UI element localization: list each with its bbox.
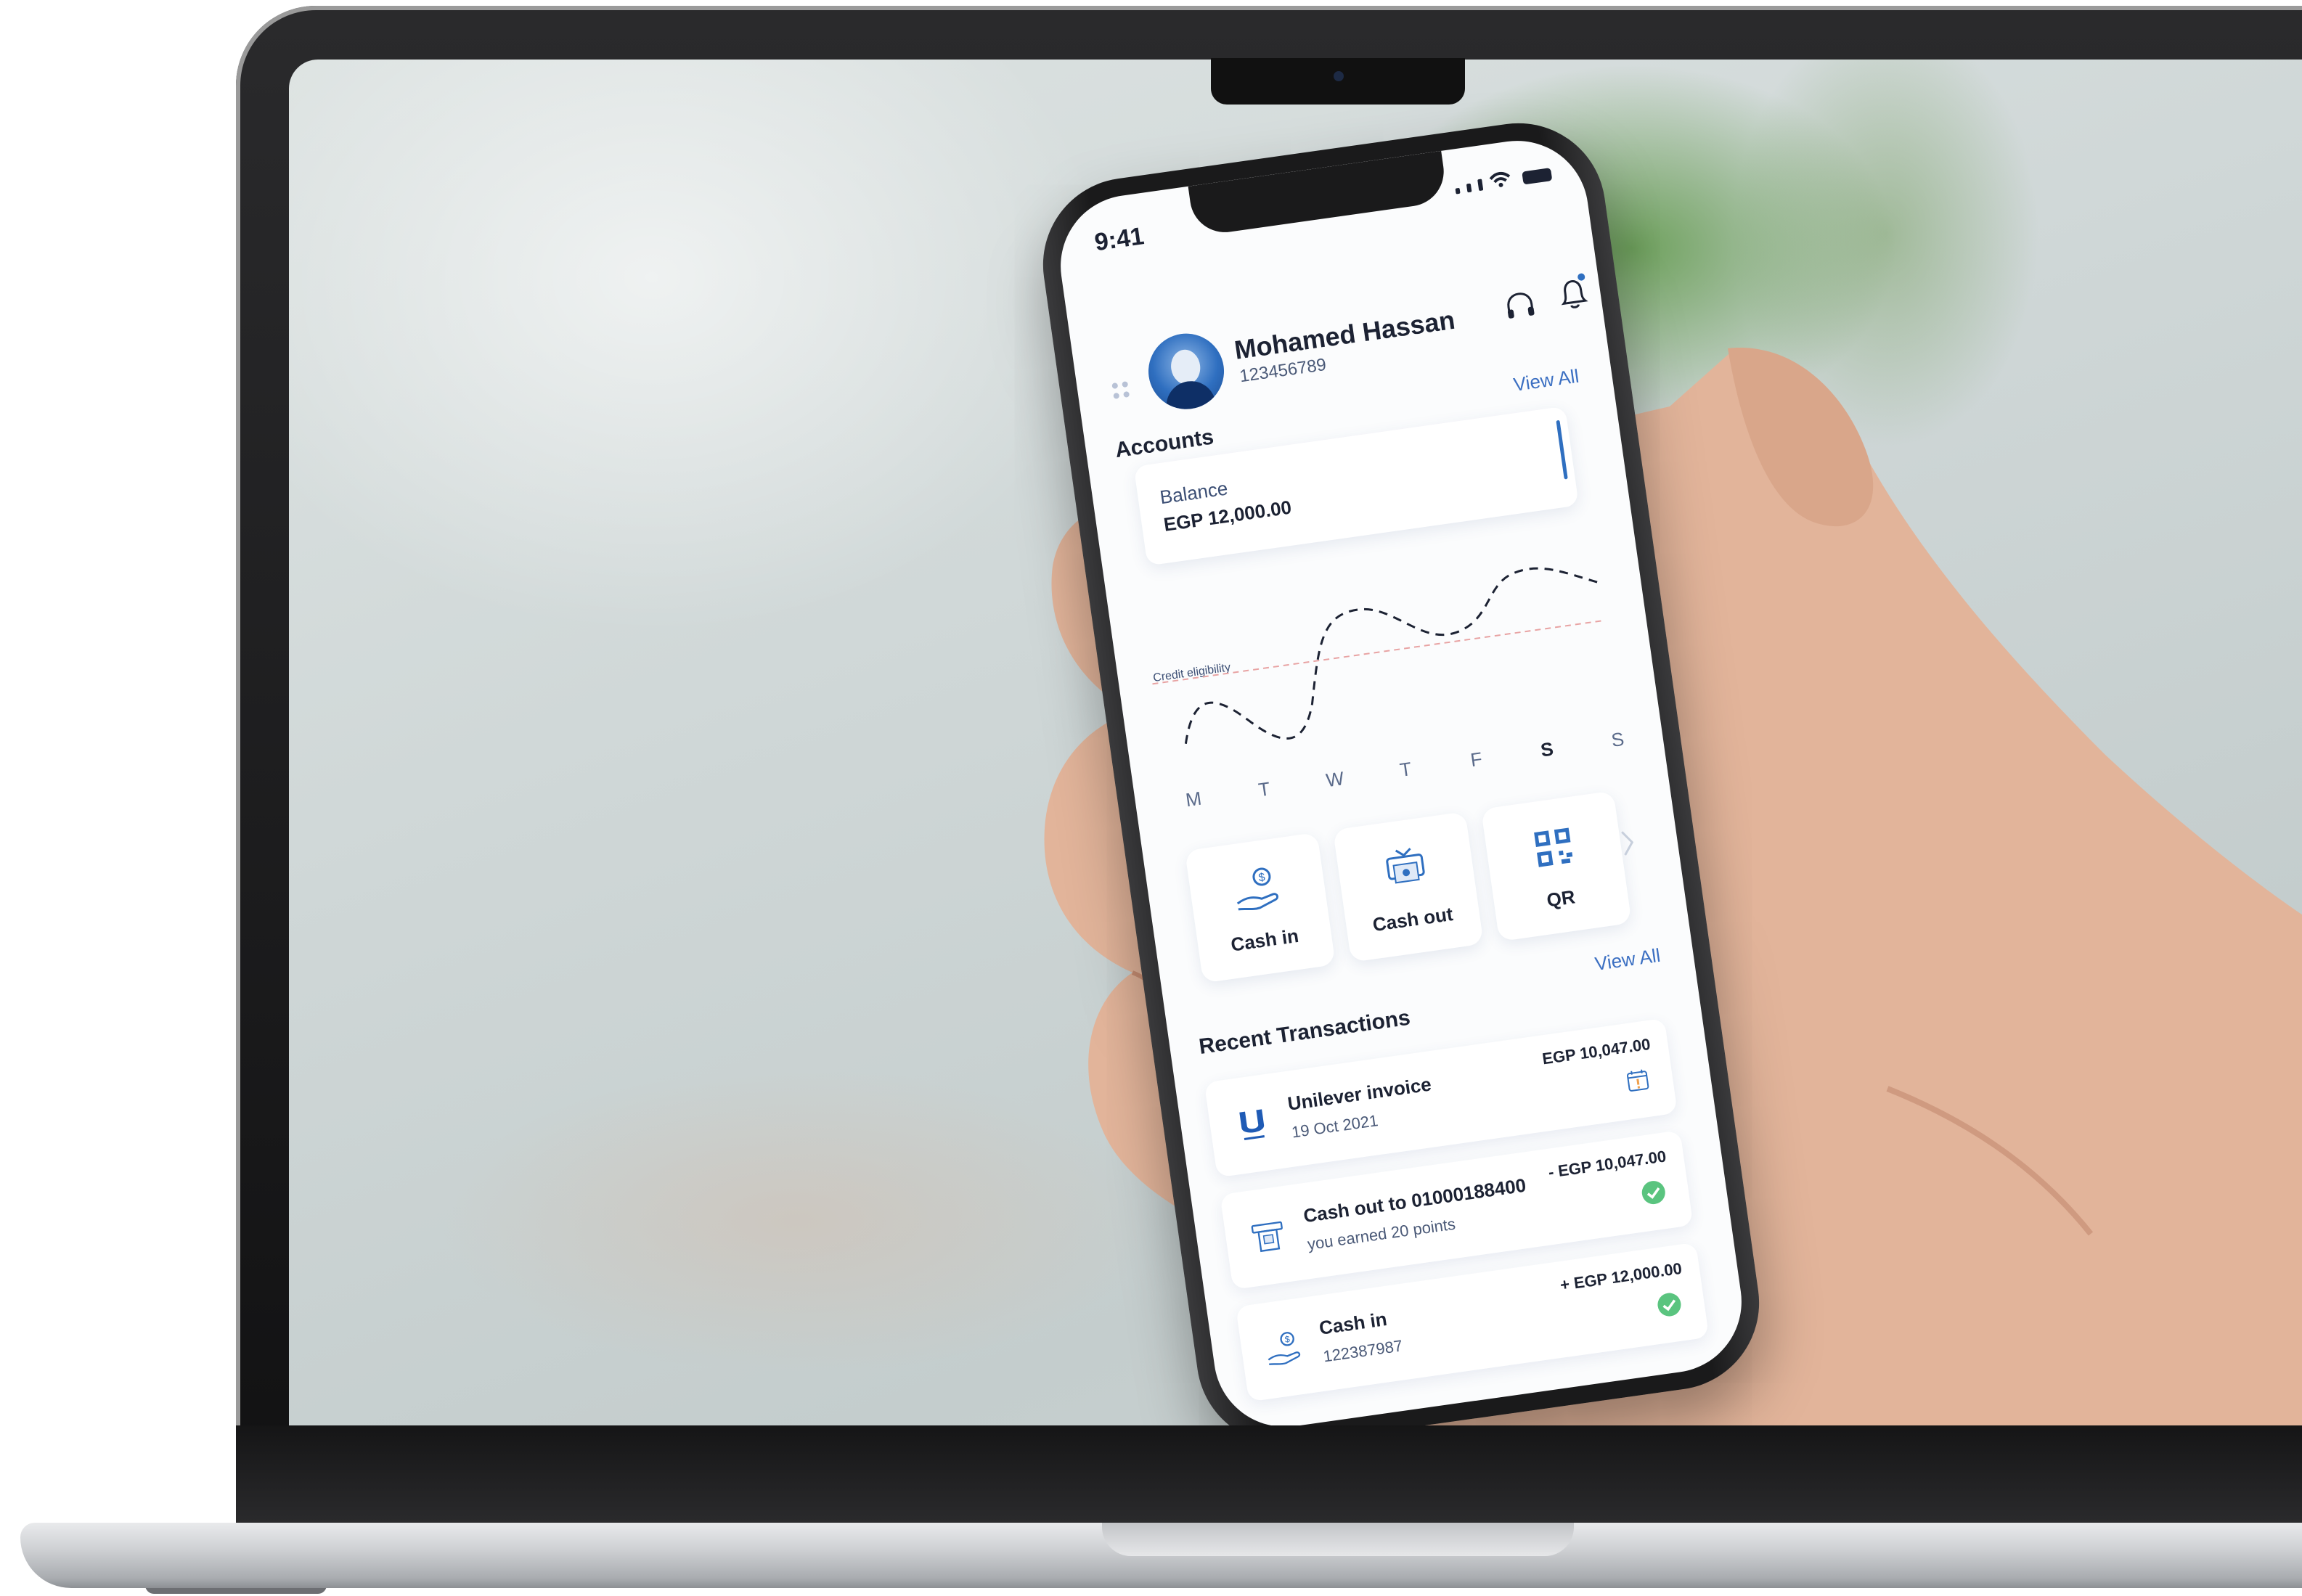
transaction-title: Unilever invoice [1286,1073,1433,1115]
status-icons [1454,165,1553,195]
cash-out-icon [1386,848,1425,884]
day-tick-label: T [1398,758,1413,781]
wifi-icon [1489,171,1511,187]
svg-text:$: $ [1258,871,1266,884]
day-tick-label: M [1184,787,1203,811]
status-time: 9:41 [1093,222,1146,257]
signal-icon [1477,179,1484,192]
unilever-logo-icon [1239,1109,1265,1141]
quick-action-qr-button[interactable]: QR [1480,790,1632,942]
day-tick-label: W [1325,767,1346,791]
camera-icon [1334,71,1344,81]
transaction-subtitle: 19 Oct 2021 [1290,1111,1379,1142]
transaction-title: Cash in [1318,1308,1389,1339]
signal-icon [1466,183,1472,193]
card-scroll-indicator [1556,420,1568,480]
day-tick-label: S [1539,738,1554,761]
laptop-bottom-bezel [236,1425,2302,1527]
cash-in-icon: $ [1236,867,1279,911]
credit-eligibility-threshold-line [1152,619,1606,685]
qr-icon [1534,827,1573,867]
day-tick-label: S [1610,728,1625,751]
quick-action-label: QR [1545,885,1577,912]
quick-action-label: Cash out [1371,902,1455,936]
quick-actions-row: $ Cash in Cash out QR [1184,788,1649,987]
transaction-amount: + EGP 12,000.00 [1559,1259,1683,1295]
transaction-amount: - EGP 10,047.00 [1547,1147,1668,1182]
day-tick-label: F [1469,748,1484,771]
svg-text:$: $ [1284,1334,1291,1345]
quick-action-label: Cash in [1229,924,1300,956]
transactions-view-all-link[interactable]: View All [1593,944,1662,975]
avatar[interactable] [1143,328,1229,414]
check-icon [1641,1181,1665,1205]
transaction-amount: EGP 10,047.00 [1540,1034,1652,1068]
quick-action-cash-in-button[interactable]: $ Cash in [1184,832,1336,983]
check-icon [1657,1293,1681,1317]
calendar-alert-icon [1627,1069,1649,1092]
user-name: Mohamed Hassan [1232,304,1457,365]
quick-action-cash-out-button[interactable]: Cash out [1332,811,1484,962]
transaction-subtitle: 122387987 [1322,1336,1404,1366]
signal-icon [1455,187,1461,195]
menu-icon[interactable] [1111,381,1131,401]
headset-support-icon[interactable] [1502,289,1538,325]
laptop-camera-notch [1211,58,1465,105]
credit-trend-line [1184,567,1601,744]
balance-label: Balance [1158,477,1229,509]
notification-bell-icon[interactable] [1554,274,1593,314]
laptop-hinge [1102,1523,1574,1556]
cash-in-icon: $ [1268,1332,1301,1365]
atm-icon [1251,1221,1283,1253]
recent-transactions-title: Recent Transactions [1197,1005,1412,1060]
accounts-view-all-link[interactable]: View All [1512,365,1580,396]
battery-icon [1522,168,1553,185]
day-tick-label: T [1257,777,1272,801]
credit-chart: M T W T F S S [1152,567,1625,811]
